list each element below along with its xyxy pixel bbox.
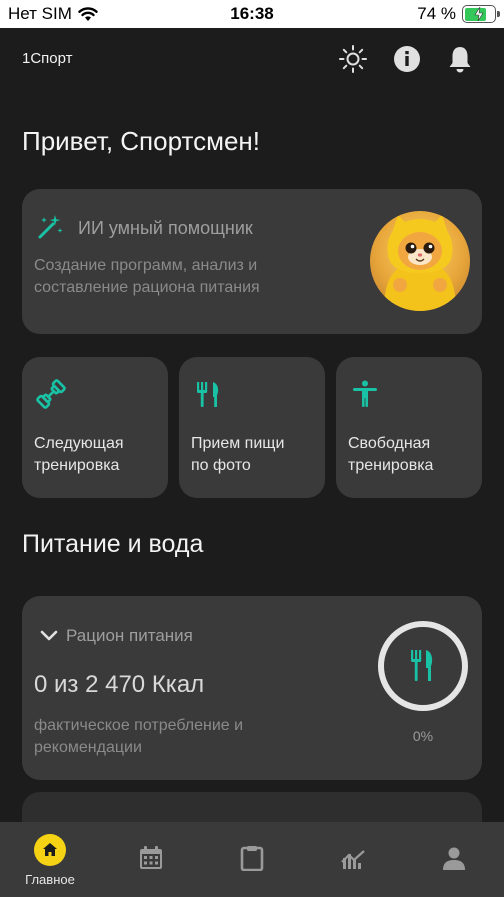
tab-home-label: Главное — [25, 872, 75, 887]
section-title: Питание и вода — [22, 530, 204, 558]
status-bar: Нет SIM 16:38 74 % — [0, 0, 504, 28]
battery-icon — [462, 5, 500, 23]
tile-label: Свободная тренировка — [348, 435, 434, 474]
person-stretch-icon — [353, 380, 377, 407]
chevron-down-icon — [40, 630, 58, 641]
tab-clipboard[interactable] — [202, 822, 302, 897]
tab-calendar[interactable] — [101, 822, 201, 897]
ai-assistant-card[interactable]: ИИ умный помощник Создание программ, ана… — [22, 189, 482, 334]
battery-group: 74 % — [417, 4, 500, 24]
cutlery-icon — [411, 650, 433, 681]
tab-home[interactable]: Главное — [0, 822, 100, 897]
tab-progress[interactable] — [303, 822, 403, 897]
ai-card-description: Создание программ, анализ и составление … — [34, 257, 260, 296]
active-tab-indicator — [34, 834, 66, 866]
cat-mascot-avatar — [370, 211, 470, 311]
ai-card-title: ИИ умный помощник — [78, 218, 253, 238]
calories-percent: 0% — [412, 728, 434, 744]
brightness-icon[interactable] — [338, 44, 368, 74]
cutlery-icon — [197, 382, 219, 407]
calories-progress-ring — [378, 621, 468, 711]
tile-label: Следующая тренировка — [34, 435, 124, 474]
free-workout-tile[interactable]: Свободная тренировка — [336, 357, 482, 498]
calories-value: 0 из 2 470 Ккал — [34, 671, 205, 698]
battery-percent: 74 % — [417, 4, 456, 23]
chart-icon — [341, 850, 365, 869]
tile-label: Прием пищи по фото — [191, 435, 285, 474]
dumbbell-icon — [36, 379, 66, 409]
bell-icon[interactable] — [445, 44, 475, 74]
tab-bar: Главное — [0, 822, 504, 897]
profile-icon — [443, 847, 465, 870]
meal-by-photo-tile[interactable]: Прием пищи по фото — [179, 357, 325, 498]
nutrition-header-label: Рацион питания — [66, 626, 193, 645]
app-name: 1Спорт — [22, 50, 73, 67]
magic-wand-icon — [38, 215, 63, 239]
clipboard-icon — [240, 846, 264, 871]
info-icon[interactable] — [392, 44, 422, 74]
nutrition-header[interactable]: Рацион питания — [40, 626, 193, 646]
nutrition-description: фактическое потребление и рекомендации — [34, 717, 244, 756]
greeting-title: Привет, Спортсмен! — [22, 126, 260, 156]
next-workout-tile[interactable]: Следующая тренировка — [22, 357, 168, 498]
calendar-icon — [140, 846, 162, 869]
home-icon — [43, 843, 57, 856]
nutrition-card[interactable]: Рацион питания 0 из 2 470 Ккал фактическ… — [22, 596, 482, 780]
tab-profile[interactable] — [404, 822, 504, 897]
